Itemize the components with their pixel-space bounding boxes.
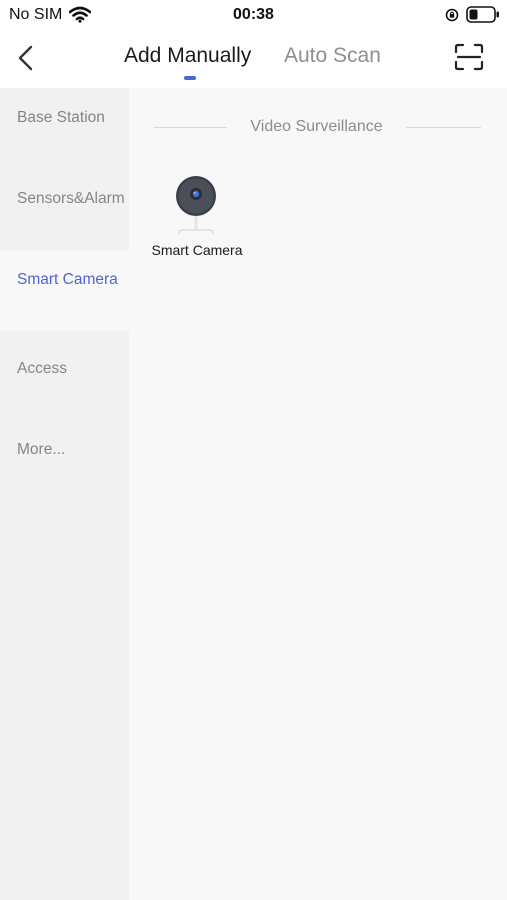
category-sidebar: Base Station Sensors&Alarm Smart Camera … xyxy=(0,88,129,900)
active-tab-indicator xyxy=(184,76,196,80)
sidebar-item-label: Sensors&Alarm xyxy=(17,190,125,207)
smart-camera-icon xyxy=(176,176,216,235)
sidebar-item-label: Access xyxy=(17,360,67,377)
status-bar: No SIM 00:38 xyxy=(0,0,507,30)
section-divider-right xyxy=(406,127,481,128)
tab-auto-scan[interactable]: Auto Scan xyxy=(284,44,381,68)
rotation-lock-icon xyxy=(445,8,459,22)
sidebar-item-label: Base Station xyxy=(17,109,105,126)
section-divider-left xyxy=(154,127,227,128)
nav-bar: Add Manually Auto Scan xyxy=(0,30,507,88)
sidebar-item-label: Smart Camera xyxy=(17,271,118,288)
back-arrow-icon[interactable] xyxy=(14,44,38,72)
sidebar-item-base-station[interactable]: Base Station xyxy=(0,88,129,169)
section-title: Video Surveillance xyxy=(250,118,383,135)
sidebar-item-access[interactable]: Access xyxy=(0,331,129,412)
sidebar-item-sensors-alarm[interactable]: Sensors&Alarm xyxy=(0,169,129,250)
sidebar-item-label: More... xyxy=(17,441,66,458)
device-label: Smart Camera xyxy=(151,242,243,258)
device-list-panel: Video Surveillance Smart Camera xyxy=(129,88,507,900)
scan-qr-icon[interactable] xyxy=(454,43,484,71)
sidebar-item-smart-camera[interactable]: Smart Camera xyxy=(0,250,129,331)
device-card-smart-camera[interactable]: Smart Camera xyxy=(143,174,251,264)
status-time: 00:38 xyxy=(233,6,274,23)
tab-add-manually[interactable]: Add Manually xyxy=(124,44,251,68)
battery-icon xyxy=(466,6,499,23)
sidebar-item-more[interactable]: More... xyxy=(0,412,129,493)
